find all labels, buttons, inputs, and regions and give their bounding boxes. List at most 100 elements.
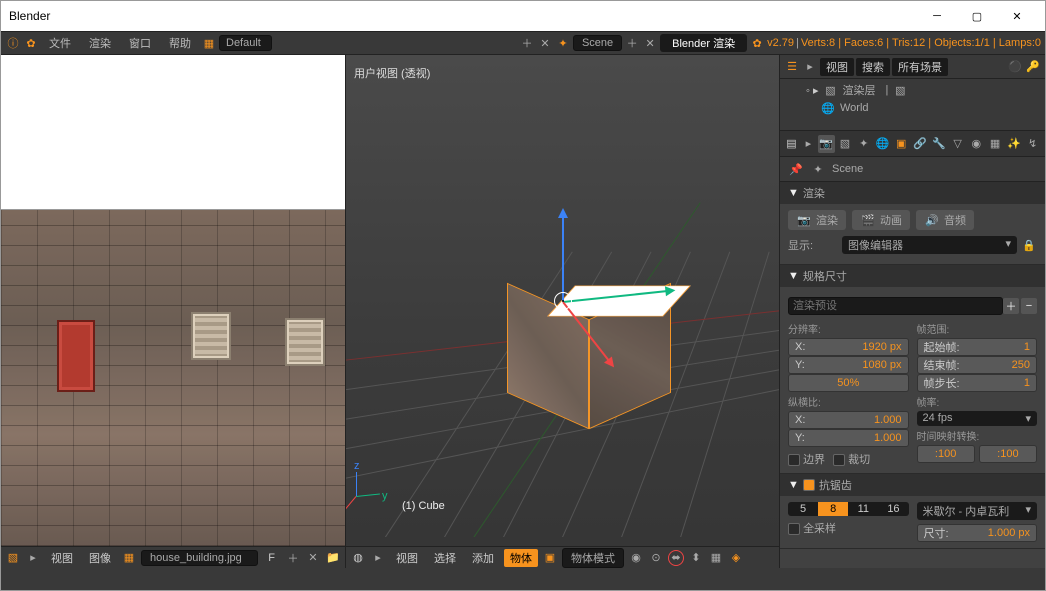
- aa-16[interactable]: 16: [878, 502, 908, 516]
- tab-modifiers[interactable]: 🔧: [930, 135, 947, 153]
- remap-new-field[interactable]: :100: [979, 445, 1037, 463]
- image-browse-icon[interactable]: ▦: [121, 550, 137, 566]
- layout-grid-icon[interactable]: ▦: [201, 35, 217, 51]
- res-y-field[interactable]: Y:1080 px: [788, 356, 909, 374]
- aspect-x-field[interactable]: X:1.000: [788, 411, 909, 429]
- pivot-icon[interactable]: ⊙: [648, 550, 664, 566]
- tab-renderlayers[interactable]: ▧: [837, 135, 854, 153]
- panel-render-header[interactable]: ▼ 渲染: [780, 182, 1045, 204]
- outliner-tab-view[interactable]: 视图: [820, 58, 854, 76]
- remove-layout-icon[interactable]: ✕: [537, 35, 553, 51]
- manipulator-icon[interactable]: ⬌: [668, 550, 684, 566]
- end-frame-field[interactable]: 结束帧:250: [917, 356, 1038, 374]
- props-type-icon[interactable]: ▤: [784, 136, 799, 152]
- tab-object[interactable]: ▣: [893, 135, 910, 153]
- tab-constraints[interactable]: 🔗: [912, 135, 929, 153]
- pin-icon[interactable]: 📌: [788, 161, 804, 177]
- start-frame-field[interactable]: 起始帧:1: [917, 338, 1038, 356]
- filter-icon[interactable]: ⚫: [1007, 59, 1023, 75]
- gizmo-z-axis[interactable]: [562, 211, 564, 301]
- expand-icon[interactable]: ▸: [801, 136, 816, 152]
- vp-menu-select[interactable]: 选择: [428, 549, 462, 567]
- tab-data[interactable]: ▽: [949, 135, 966, 153]
- mode-selector[interactable]: 物体模式: [562, 548, 624, 568]
- outliner-tab-search[interactable]: 搜索: [856, 58, 890, 76]
- aa-5[interactable]: 5: [788, 502, 818, 516]
- uv-image-editor[interactable]: [1, 55, 345, 546]
- unlink-image-icon[interactable]: ✕: [305, 550, 321, 566]
- 3d-viewport[interactable]: 用户视图 (透视) z y x (1) Cube: [346, 55, 779, 546]
- preset-add[interactable]: ＋: [1003, 298, 1019, 314]
- menu-render[interactable]: 渲染: [81, 33, 119, 53]
- tab-render[interactable]: 📷: [818, 135, 835, 153]
- add-layout-icon[interactable]: ＋: [519, 35, 535, 51]
- aa-samples-segment[interactable]: 5 8 11 16: [788, 502, 909, 516]
- res-pct-field[interactable]: 50%: [788, 374, 909, 392]
- add-image-icon[interactable]: ＋: [285, 550, 301, 566]
- layout-selector[interactable]: Default: [219, 35, 272, 51]
- menu-help[interactable]: 帮助: [161, 33, 199, 53]
- uv-editor-type-icon[interactable]: ▧: [5, 550, 21, 566]
- crop-check[interactable]: 裁切: [833, 451, 870, 467]
- expand-icon[interactable]: ▸: [370, 550, 386, 566]
- tab-particles[interactable]: ✨: [1005, 135, 1022, 153]
- expand-icon[interactable]: ▸: [802, 59, 818, 75]
- menu-window[interactable]: 窗口: [121, 33, 159, 53]
- fps-select[interactable]: 24 fps▾: [917, 411, 1038, 426]
- image-selector[interactable]: house_building.jpg: [141, 550, 258, 566]
- snap-icon[interactable]: ◈: [728, 550, 744, 566]
- add-scene-icon[interactable]: ＋: [624, 35, 640, 51]
- uv-menu-view[interactable]: 视图: [45, 550, 79, 566]
- window-maximize[interactable]: ▢: [957, 2, 997, 30]
- layers-icon[interactable]: ▦: [708, 550, 724, 566]
- tab-material[interactable]: ◉: [968, 135, 985, 153]
- window-minimize[interactable]: ─: [917, 2, 957, 30]
- viewport-type-icon[interactable]: ◍: [350, 550, 366, 566]
- res-x-field[interactable]: X:1920 px: [788, 338, 909, 356]
- window-close[interactable]: ✕: [997, 2, 1037, 30]
- panel-dimensions-header[interactable]: ▼ 规格尺寸: [780, 265, 1045, 287]
- aa-enable-check[interactable]: [803, 479, 815, 491]
- aspect-y-field[interactable]: Y:1.000: [788, 429, 909, 447]
- render-preset-select[interactable]: [788, 297, 1003, 315]
- panel-aa-header[interactable]: ▼ 抗锯齿: [780, 474, 1045, 496]
- outliner-tab-all[interactable]: 所有场景: [892, 58, 948, 76]
- vp-menu-view[interactable]: 视图: [390, 549, 424, 567]
- menu-file[interactable]: 文件: [41, 33, 79, 53]
- gizmo-toggle-icon[interactable]: ⬍: [688, 550, 704, 566]
- vp-menu-add[interactable]: 添加: [466, 549, 500, 567]
- scene-icon[interactable]: ✦: [555, 35, 571, 51]
- key-icon[interactable]: 🔑: [1025, 59, 1041, 75]
- border-check[interactable]: 边界: [788, 451, 825, 467]
- tab-texture[interactable]: ▦: [987, 135, 1004, 153]
- display-select[interactable]: 图像编辑器▾: [842, 236, 1017, 254]
- fullsample-check[interactable]: 全采样: [788, 523, 836, 535]
- outliner-row-renderlayers[interactable]: ◦ ▸ ▧渲染层|▧: [784, 81, 1041, 99]
- preset-remove[interactable]: −: [1021, 298, 1037, 314]
- expand-menu-icon[interactable]: ▸: [25, 550, 41, 566]
- outliner-type-icon[interactable]: ☰: [784, 59, 800, 75]
- info-editor-icon[interactable]: ⓘ: [5, 35, 21, 51]
- step-frame-field[interactable]: 帧步长:1: [917, 374, 1038, 392]
- aa-filter-select[interactable]: 米歇尔 - 内卓瓦利▾: [917, 502, 1038, 520]
- remove-scene-icon[interactable]: ✕: [642, 35, 658, 51]
- animation-button[interactable]: 🎬动画: [852, 210, 910, 230]
- shading-solid-icon[interactable]: ◉: [628, 550, 644, 566]
- render-engine-selector[interactable]: Blender 渲染: [660, 34, 747, 52]
- fake-user-toggle[interactable]: F: [262, 551, 281, 565]
- uv-menu-image[interactable]: 图像: [83, 550, 117, 566]
- render-button[interactable]: 📷渲染: [788, 210, 846, 230]
- outliner-row-world[interactable]: 🌐World: [784, 99, 1041, 117]
- open-image-icon[interactable]: 📁: [325, 550, 341, 566]
- scene-selector[interactable]: Scene: [573, 35, 622, 51]
- aa-8[interactable]: 8: [818, 502, 848, 516]
- vp-menu-object[interactable]: 物体: [504, 549, 538, 567]
- audio-button[interactable]: 🔊音频: [916, 210, 974, 230]
- tab-physics[interactable]: ↯: [1024, 135, 1041, 153]
- tab-world[interactable]: 🌐: [874, 135, 891, 153]
- aa-size-field[interactable]: 尺寸:1.000 px: [917, 524, 1038, 542]
- tab-scene[interactable]: ✦: [855, 135, 872, 153]
- aa-11[interactable]: 11: [848, 502, 878, 516]
- mode-icon[interactable]: ▣: [542, 550, 558, 566]
- lock-icon[interactable]: 🔒: [1021, 237, 1037, 253]
